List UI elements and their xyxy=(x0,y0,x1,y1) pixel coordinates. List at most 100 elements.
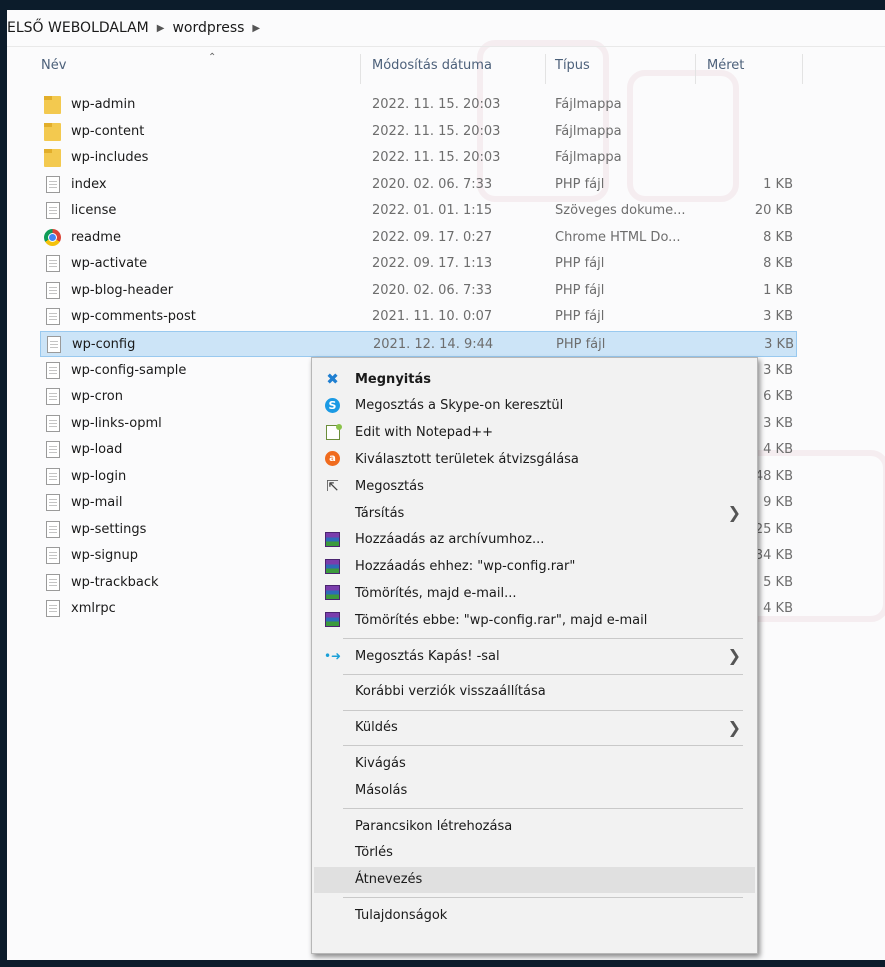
file-size xyxy=(713,145,793,171)
file-row[interactable]: wp-blog-header 2020. 02. 06. 7:33 PHP fájl… xyxy=(40,278,797,304)
winrar-icon xyxy=(324,584,341,601)
menu-item-torles[interactable]: Törlés xyxy=(314,840,755,866)
column-header-date[interactable]: Módosítás dátuma xyxy=(372,58,492,73)
menu-item-tulajdonsagok[interactable]: Tulajdonságok xyxy=(314,902,755,928)
column-divider[interactable] xyxy=(360,54,361,84)
file-name: wp-content xyxy=(71,123,145,139)
menu-item-label: Tulajdonságok xyxy=(355,907,448,923)
file-type: Fájlmappa xyxy=(555,123,622,139)
column-divider[interactable] xyxy=(695,54,696,84)
breadcrumb-item[interactable]: wordpress xyxy=(172,20,244,36)
chevron-right-icon: ❯ xyxy=(727,646,741,665)
menu-item-korabbi-verziok-visszaallitasa[interactable]: Korábbi verziók visszaállítása xyxy=(314,679,755,705)
file-name: wp-activate xyxy=(71,256,148,272)
file-icon xyxy=(44,308,62,326)
context-menu: ✖ Megnyitás S Megosztás a Skype-on keresztü… xyxy=(311,357,758,954)
file-name: xmlrpc xyxy=(71,601,116,617)
menu-item-atnevezes[interactable]: Átnevezés xyxy=(314,866,755,893)
window-bottom-border xyxy=(0,960,885,967)
menu-item-megosztas-kapas-sal[interactable]: •➜ Megosztás Kapás! -sal ❯ xyxy=(314,643,755,669)
menu-item-parancsikon-letrehozasa[interactable]: Parancsikon létrehozása xyxy=(314,813,755,839)
file-explorer-window: ELSŐ WEBOLDALAM ▶ wordpress ▶ ⌃ Név Módo… xyxy=(7,10,885,960)
column-divider[interactable] xyxy=(545,54,546,84)
chevron-right-icon: ❯ xyxy=(727,503,741,522)
file-type: PHP fájl xyxy=(555,256,605,272)
window-top-border xyxy=(0,0,885,10)
file-size: 8 KB xyxy=(763,256,793,272)
file-type: PHP fájl xyxy=(555,176,605,192)
file-type: PHP fájl xyxy=(555,309,605,325)
menu-item-label: Hozzáadás ehhez: "wp-config.rar" xyxy=(355,559,576,575)
file-size: 8 KB xyxy=(763,229,793,245)
file-type: Fájlmappa xyxy=(555,150,622,166)
menu-item-megosztas-a-skype-on-keresztul[interactable]: S Megosztás a Skype-on keresztül xyxy=(314,393,755,419)
kapas-icon: •➜ xyxy=(323,648,342,663)
file-date: 2022. 11. 15. 20:03 xyxy=(372,123,501,139)
file-size xyxy=(713,119,793,145)
menu-item-megnyitas[interactable]: ✖ Megnyitás xyxy=(314,366,755,392)
menu-item-label: Átnevezés xyxy=(355,872,423,888)
notepadpp-icon xyxy=(324,423,342,441)
file-date: 2022. 11. 15. 20:03 xyxy=(372,97,501,112)
menu-item-hozzaadas-az-archivumhoz[interactable]: Hozzáadás az archívumhoz... xyxy=(314,527,755,553)
file-icon xyxy=(44,414,62,433)
menu-item-label: Parancsikon létrehozása xyxy=(355,818,513,834)
file-icon xyxy=(44,600,62,618)
menu-item-tomorites-ebbe-wp-config-rar-majd-e-mail[interactable]: Tömörítés ebbe: "wp-config.rar", majd e-… xyxy=(314,607,755,633)
chevron-right-icon[interactable]: ▶ xyxy=(252,23,260,34)
file-row[interactable]: wp-comments-post 2021. 11. 10. 0:07 PHP fá… xyxy=(40,304,797,330)
file-row-selected[interactable]: wp-config 2021. 12. 14. 9:44 PHP fájl 3 KB xyxy=(40,330,797,357)
menu-separator xyxy=(343,808,743,809)
menu-item-edit-with-notepad[interactable]: Edit with Notepad++ xyxy=(314,420,755,446)
vscode-icon: ✖ xyxy=(326,369,339,388)
file-icon xyxy=(44,281,62,300)
file-date: 2020. 02. 06. 7:33 xyxy=(372,176,493,192)
file-size: 3 KB xyxy=(763,309,793,325)
menu-item-label: Megosztás Kapás! -sal xyxy=(355,648,500,664)
menu-item-label: Hozzáadás az archívumhoz... xyxy=(355,532,545,548)
menu-item-tomorites-majd-e-mail[interactable]: Tömörítés, majd e-mail... xyxy=(314,580,755,606)
file-icon xyxy=(44,467,62,486)
menu-item-label: Kiválasztott területek átvizsgálása xyxy=(355,451,579,467)
file-name: wp-links-opml xyxy=(71,415,162,431)
column-header-type[interactable]: Típus xyxy=(555,58,590,73)
breadcrumb-item[interactable]: ELSŐ WEBOLDALAM xyxy=(7,20,149,36)
file-row[interactable]: wp-activate 2022. 09. 17. 1:13 PHP fájl 8 K… xyxy=(40,251,797,277)
breadcrumb: ELSŐ WEBOLDALAM ▶ wordpress ▶ xyxy=(7,10,885,47)
file-name: wp-mail xyxy=(71,495,123,511)
menu-item-hozzaadas-ehhez-wp-config-rar[interactable]: Hozzáadás ehhez: "wp-config.rar" xyxy=(314,554,755,580)
column-header-name[interactable]: Név xyxy=(41,58,66,73)
menu-separator xyxy=(343,745,743,747)
file-date: 2022. 01. 01. 1:15 xyxy=(372,203,493,219)
file-row[interactable]: license 2022. 01. 01. 1:15 Szöveges dokume… xyxy=(40,198,797,224)
column-divider[interactable] xyxy=(802,54,803,84)
file-name: wp-config-sample xyxy=(71,362,187,378)
menu-separator xyxy=(343,638,743,639)
window-left-border xyxy=(0,10,7,967)
file-row[interactable]: wp-includes 2022. 11. 15. 20:03 Fájlmappa xyxy=(40,145,797,171)
file-icon xyxy=(44,388,62,406)
file-row[interactable]: wp-admin 2022. 11. 15. 20:03 Fájlmappa xyxy=(40,92,797,118)
menu-item-kivalasztott-teruletek-atvizsgalasa[interactable]: a Kiválasztott területek átvizsgálása xyxy=(314,446,755,472)
menu-item-label: Társítás xyxy=(355,505,405,521)
file-name: wp-trackback xyxy=(71,574,159,590)
menu-item-masolas[interactable]: Másolás xyxy=(314,777,755,803)
menu-item-label: Kivágás xyxy=(355,755,406,771)
file-name: wp-settings xyxy=(71,521,147,537)
file-type: Fájlmappa xyxy=(555,97,622,112)
file-size: 1 KB xyxy=(763,282,793,298)
winrar-icon xyxy=(324,558,341,575)
file-icon xyxy=(45,335,63,354)
menu-item-megosztas[interactable]: ⇱ Megosztás xyxy=(314,473,755,499)
file-date: 2022. 09. 17. 0:27 xyxy=(372,229,493,245)
file-size: 20 KB xyxy=(754,203,793,219)
file-row[interactable]: index 2020. 02. 06. 7:33 PHP fájl 1 KB xyxy=(40,172,797,198)
column-header-size[interactable]: Méret xyxy=(707,58,744,73)
file-name: wp-blog-header xyxy=(71,282,174,298)
menu-item-tarsitas[interactable]: Társítás ❯ xyxy=(314,500,755,526)
file-type: Szöveges dokume... xyxy=(555,203,686,219)
menu-item-kuldes[interactable]: Küldés ❯ xyxy=(314,715,755,741)
file-row[interactable]: readme 2022. 09. 17. 0:27 Chrome HTML Do..… xyxy=(40,225,797,251)
file-row[interactable]: wp-content 2022. 11. 15. 20:03 Fájlmappa xyxy=(40,119,797,145)
menu-item-kivagas[interactable]: Kivágás xyxy=(314,750,755,776)
